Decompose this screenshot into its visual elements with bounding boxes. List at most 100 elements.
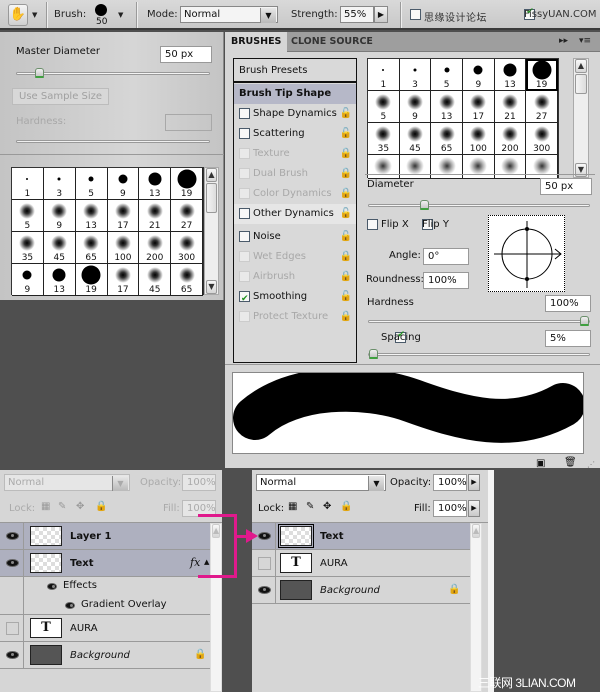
diameter-slider[interactable] (368, 200, 590, 210)
brush-preset-cell[interactable] (399, 155, 432, 179)
brush-tool-icon[interactable]: ✋ (8, 4, 28, 26)
visibility-toggle[interactable] (252, 577, 276, 603)
brush-preset-cell[interactable]: 9 (43, 200, 76, 232)
hardness-input[interactable]: 100% (545, 295, 591, 312)
flip-x-checkbox[interactable] (367, 219, 378, 230)
brush-preset-cell[interactable]: 19 (526, 59, 558, 91)
strength-slider-button[interactable]: ▶ (374, 6, 388, 23)
scroll-up-button[interactable]: ▲ (472, 524, 480, 538)
brush-preset-cell[interactable]: 1 (368, 59, 400, 91)
tool-preset-dropdown[interactable]: ▼ (32, 11, 37, 19)
brush-preset-cell[interactable]: 5 (431, 59, 463, 91)
brush-option-noise[interactable]: Noise 🔓 (234, 227, 356, 247)
brush-preset-cell[interactable]: 200 (139, 232, 172, 264)
brush-preset-cell[interactable]: 65 (75, 232, 108, 264)
master-diameter-slider-thumb[interactable] (35, 68, 45, 78)
layer-row-aura[interactable]: T AURA (0, 615, 210, 642)
brush-preset-cell[interactable]: 45 (399, 123, 432, 155)
strength-input[interactable]: 55% (340, 6, 374, 23)
unlocked-icon[interactable]: 🔓 (340, 124, 352, 144)
brush-preset-cell[interactable]: 17 (107, 200, 140, 232)
brush-option-brush-presets[interactable]: Brush Presets (234, 61, 356, 83)
layer-row-layer-1[interactable]: Layer 1 (0, 523, 210, 550)
visibility-toggle[interactable] (0, 550, 24, 576)
brush-preset-cell[interactable]: 65 (171, 264, 203, 296)
master-diameter-slider[interactable] (16, 68, 210, 78)
trash-icon[interactable]: 🗑 (564, 457, 577, 468)
roundness-input[interactable]: 100% (423, 272, 469, 289)
brush-preset-cell[interactable]: 9 (462, 59, 495, 91)
brush-option-other-dynamics[interactable]: Other Dynamics 🔓 (234, 204, 356, 224)
layer-row-text[interactable]: Text (252, 523, 470, 550)
layer-row-aura[interactable]: T AURA (252, 550, 470, 577)
brush-preset-cell[interactable]: 3 (43, 168, 76, 200)
option-checkbox[interactable] (239, 107, 250, 119)
brush-preset-cell[interactable]: 200 (494, 123, 527, 155)
lock-icon[interactable]: 🔒 (340, 184, 352, 204)
lock-icon[interactable]: 🔒 (340, 164, 352, 184)
collapse-icon[interactable]: ▸▸ (559, 36, 568, 46)
spacing-input[interactable]: 5% (545, 330, 591, 347)
brush-preset-cell[interactable]: 13 (75, 200, 108, 232)
brush-preset-cell[interactable]: 300 (526, 123, 558, 155)
option-checkbox[interactable] (239, 270, 250, 282)
brush-option-protect-texture[interactable]: Protect Texture 🔒 (234, 307, 356, 327)
brush-preset-cell[interactable]: 5 (368, 91, 400, 123)
brush-preset-cell[interactable]: 27 (526, 91, 558, 123)
tab-brushes[interactable]: BRUSHES (225, 32, 288, 52)
unlocked-icon[interactable]: 🔓 (340, 104, 352, 124)
sample-all-layers-checkbox[interactable] (410, 9, 421, 20)
option-checkbox[interactable] (239, 289, 250, 309)
brush-preset-cell[interactable]: 13 (494, 59, 527, 91)
brush-preset-cell[interactable]: 17 (462, 91, 495, 123)
option-checkbox[interactable] (239, 250, 250, 262)
blend-mode-select[interactable]: Normal ▼ (256, 474, 386, 491)
brush-preset-cell[interactable]: 5 (12, 200, 44, 232)
brush-preset-cell[interactable]: 45 (43, 232, 76, 264)
option-checkbox[interactable] (239, 167, 250, 179)
brush-preset-cell[interactable]: 19 (75, 264, 108, 296)
opacity-input[interactable]: 100% (433, 474, 467, 491)
scroll-up-button[interactable]: ▲ (206, 168, 217, 182)
lock-move-icon[interactable]: ✥ (76, 501, 84, 512)
option-checkbox[interactable] (239, 147, 250, 159)
option-checkbox[interactable] (239, 207, 250, 219)
brush-option-airbrush[interactable]: Airbrush 🔒 (234, 267, 356, 287)
layer-row-background[interactable]: Background 🔒 (252, 577, 470, 604)
preset-grid-scrollbar[interactable]: ▲ ▼ (204, 167, 219, 295)
brush-option-brush-tip-shape[interactable]: Brush Tip Shape (234, 84, 356, 104)
panel-menu-icon[interactable]: ▾≡ (579, 36, 591, 46)
opacity-input[interactable]: 100% (182, 474, 216, 491)
diameter-slider-thumb[interactable] (419, 200, 429, 210)
brush-preset-cell[interactable] (431, 155, 463, 179)
brush-preset-cell[interactable]: 13 (43, 264, 76, 296)
mode-select[interactable]: Normal ▼ (180, 6, 278, 23)
effects-row[interactable]: Effects (0, 577, 210, 596)
brush-picker-dropdown[interactable]: ▼ (118, 11, 123, 19)
hardness-slider[interactable] (16, 140, 210, 143)
visibility-toggle[interactable] (252, 550, 276, 576)
use-sample-size-button[interactable]: Use Sample Size (12, 88, 110, 105)
brush-preset-cell[interactable]: 9 (12, 264, 44, 296)
option-checkbox[interactable] (239, 230, 250, 242)
spacing-slider[interactable] (368, 349, 590, 359)
hardness-slider-thumb[interactable] (580, 316, 589, 326)
tip-grid-scrollbar[interactable]: ▲ ▼ (573, 58, 589, 178)
fill-slider-button[interactable]: ▶ (468, 500, 480, 517)
lock-all-icon[interactable]: 🔒 (95, 501, 107, 512)
brush-preview-dot[interactable] (95, 4, 107, 16)
brush-preset-cell[interactable]: 45 (139, 264, 172, 296)
eye-icon[interactable] (47, 583, 57, 590)
brush-preset-cell[interactable]: 65 (431, 123, 463, 155)
layer-row-background[interactable]: Background 🔒 (0, 642, 210, 669)
layers-scrollbar[interactable]: ▲ (210, 523, 222, 692)
visibility-toggle[interactable] (0, 523, 24, 549)
brush-option-wet-edges[interactable]: Wet Edges 🔒 (234, 247, 356, 267)
unlocked-icon[interactable]: 🔓 (340, 204, 352, 224)
brush-preset-cell[interactable] (368, 155, 400, 179)
fill-input[interactable]: 100% (433, 500, 467, 517)
angle-input[interactable]: 0° (423, 248, 469, 265)
brush-preset-cell[interactable]: 1 (12, 168, 44, 200)
brush-preset-cell[interactable] (526, 155, 558, 179)
lock-icon[interactable]: 🔒 (340, 247, 352, 267)
